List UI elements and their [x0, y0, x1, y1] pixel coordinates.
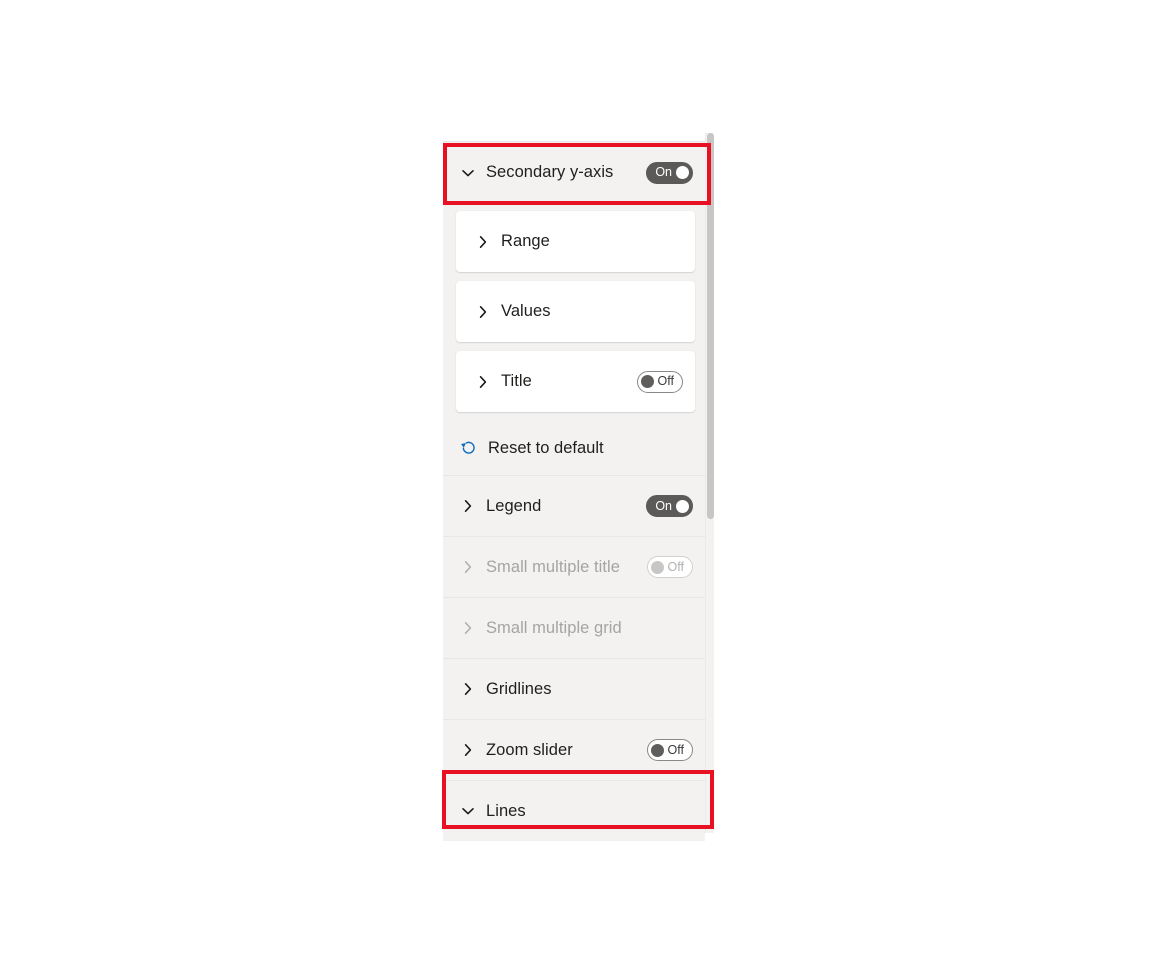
chevron-right-icon	[479, 375, 487, 388]
reset-arrow-icon	[461, 441, 475, 454]
section-label-zoom-slider: Zoom slider	[486, 740, 573, 759]
section-header-secondary-y-axis[interactable]: Secondary y-axis On	[443, 142, 705, 203]
subsection-range[interactable]: Range	[456, 211, 695, 272]
toggle-knob	[676, 499, 689, 513]
toggle-state-label: On	[655, 165, 672, 180]
toggle-state-label: Off	[657, 374, 674, 389]
section-label-lines: Lines	[486, 801, 526, 820]
toggle-state-label: On	[655, 498, 672, 513]
section-header-legend[interactable]: Legend On	[443, 475, 705, 536]
subsection-values[interactable]: Values	[456, 281, 695, 342]
chevron-down-icon	[462, 169, 474, 176]
chevron-right-icon	[464, 744, 472, 756]
pane-top-strip	[443, 133, 705, 142]
chevron-right-icon	[479, 235, 487, 248]
chevron-right-icon	[464, 683, 472, 695]
section-header-gridlines[interactable]: Gridlines	[443, 658, 705, 719]
scrollbar-thumb[interactable]	[707, 133, 714, 519]
toggle-title[interactable]: Off	[636, 370, 683, 393]
format-pane-body: Secondary y-axis On Range Values Title O…	[443, 133, 714, 841]
section-label-legend: Legend	[486, 496, 542, 515]
chevron-down-icon	[462, 808, 474, 815]
reset-to-default-button[interactable]: Reset to default	[443, 421, 705, 475]
toggle-small-multiple-title: Off	[646, 556, 693, 578]
toggle-knob	[676, 166, 689, 179]
pane-rows: Secondary y-axis On Range Values Title O…	[443, 142, 705, 841]
reset-to-default-label: Reset to default	[488, 438, 604, 457]
section-header-small-multiple-grid: Small multiple grid	[443, 597, 705, 658]
chevron-right-icon	[479, 305, 487, 318]
section-header-lines[interactable]: Lines	[443, 780, 705, 841]
toggle-knob	[640, 375, 654, 388]
toggle-state-label: Off	[667, 742, 684, 757]
toggle-secondary-y-axis[interactable]: On	[646, 161, 693, 184]
secondary-y-axis-subsections: Range Values Title Off	[443, 203, 705, 412]
section-label-gridlines: Gridlines	[486, 679, 552, 698]
vertical-scrollbar[interactable]	[705, 133, 714, 833]
subsection-label-range: Range	[501, 232, 550, 250]
chevron-right-icon	[464, 622, 472, 634]
toggle-state-label: Off	[667, 559, 684, 574]
chevron-right-icon	[464, 561, 472, 573]
chevron-right-icon	[464, 500, 472, 512]
toggle-knob	[650, 743, 664, 757]
section-label-small-multiple-title: Small multiple title	[486, 557, 620, 576]
toggle-knob	[650, 560, 664, 574]
format-pane: Secondary y-axis On Range Values Title O…	[442, 133, 714, 841]
subsection-label-title: Title	[501, 372, 532, 390]
subsection-title[interactable]: Title Off	[456, 351, 695, 412]
toggle-legend[interactable]: On	[646, 495, 693, 517]
section-header-small-multiple-title: Small multiple title Off	[443, 536, 705, 597]
section-label-small-multiple-grid: Small multiple grid	[486, 618, 622, 637]
section-header-zoom-slider[interactable]: Zoom slider Off	[443, 719, 705, 780]
subsection-label-values: Values	[501, 302, 551, 320]
section-label-secondary-y-axis: Secondary y-axis	[486, 163, 614, 181]
toggle-zoom-slider[interactable]: Off	[646, 739, 693, 761]
